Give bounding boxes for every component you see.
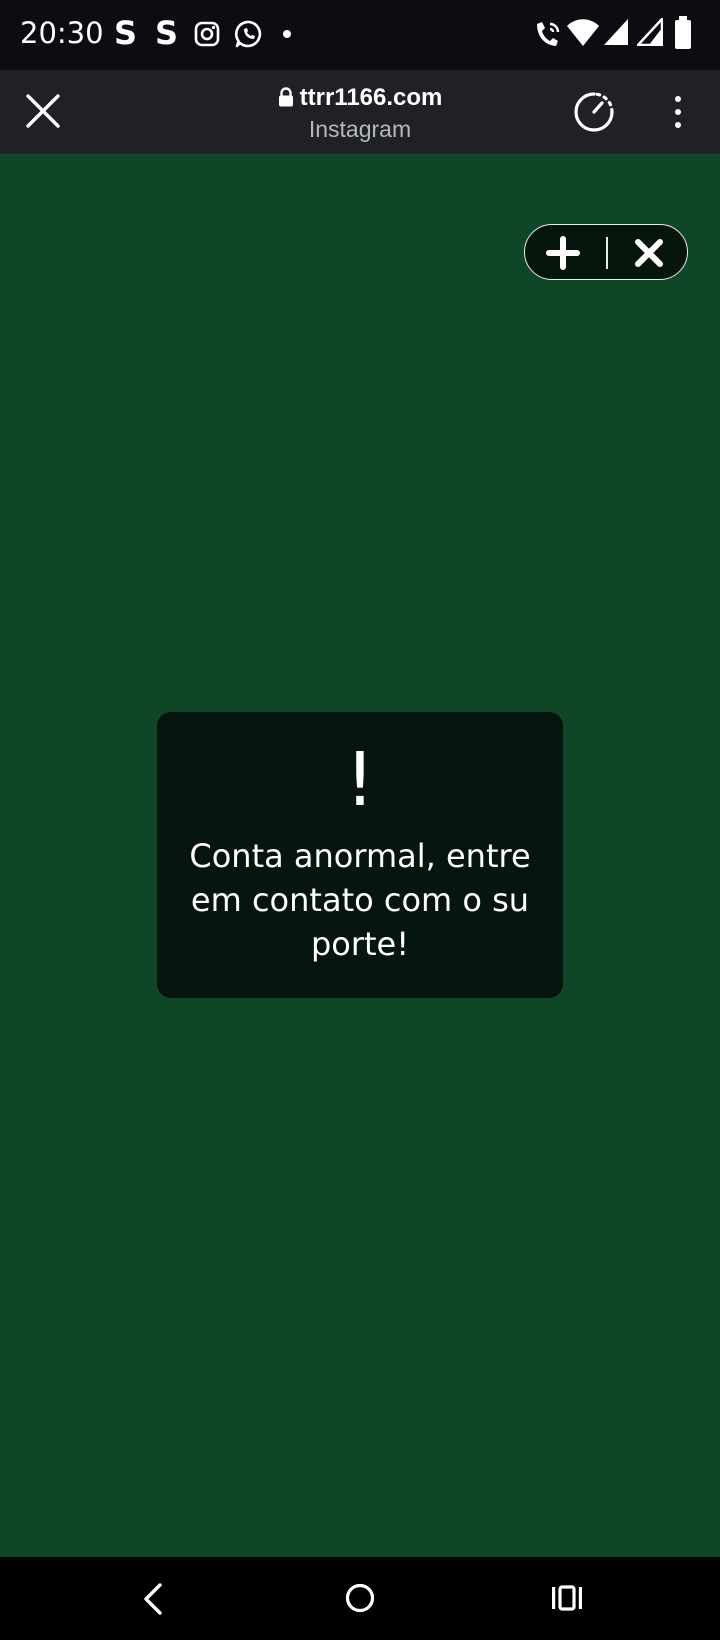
dot-icon [283,30,291,38]
alert-message: Conta anormal, entre em contato com o su… [189,837,531,963]
status-time: 20:30 [20,16,104,50]
divider [606,237,608,269]
battery-icon [675,16,691,49]
url-text: ttrr1166.com [299,84,443,111]
navigation-bar [0,1557,720,1640]
signal-icon [637,18,663,46]
overlay-controls [524,224,688,280]
recents-icon[interactable] [550,1581,584,1615]
wifi-calling-icon [537,22,560,46]
instagram-icon [194,21,220,47]
signal-icon [604,19,628,45]
back-icon[interactable] [138,1579,168,1619]
whatsapp-icon [234,20,262,48]
alert-dialog: ! Conta anormal, entre em contato com o … [157,712,563,998]
browser-toolbar: ttrr1166.com Instagram [0,70,720,155]
notification-s-icon: S [155,14,179,52]
lock-icon [278,87,293,107]
close-icon[interactable] [633,237,665,269]
exclamation-icon: ! [345,737,375,823]
wifi-icon [567,19,599,46]
notification-s-icon: S [114,14,138,52]
more-vert-icon[interactable] [668,94,688,130]
plus-icon[interactable] [545,235,581,271]
timer-icon[interactable] [572,90,616,134]
status-bar: 20:30 S S [0,0,720,70]
home-icon[interactable] [343,1581,377,1615]
